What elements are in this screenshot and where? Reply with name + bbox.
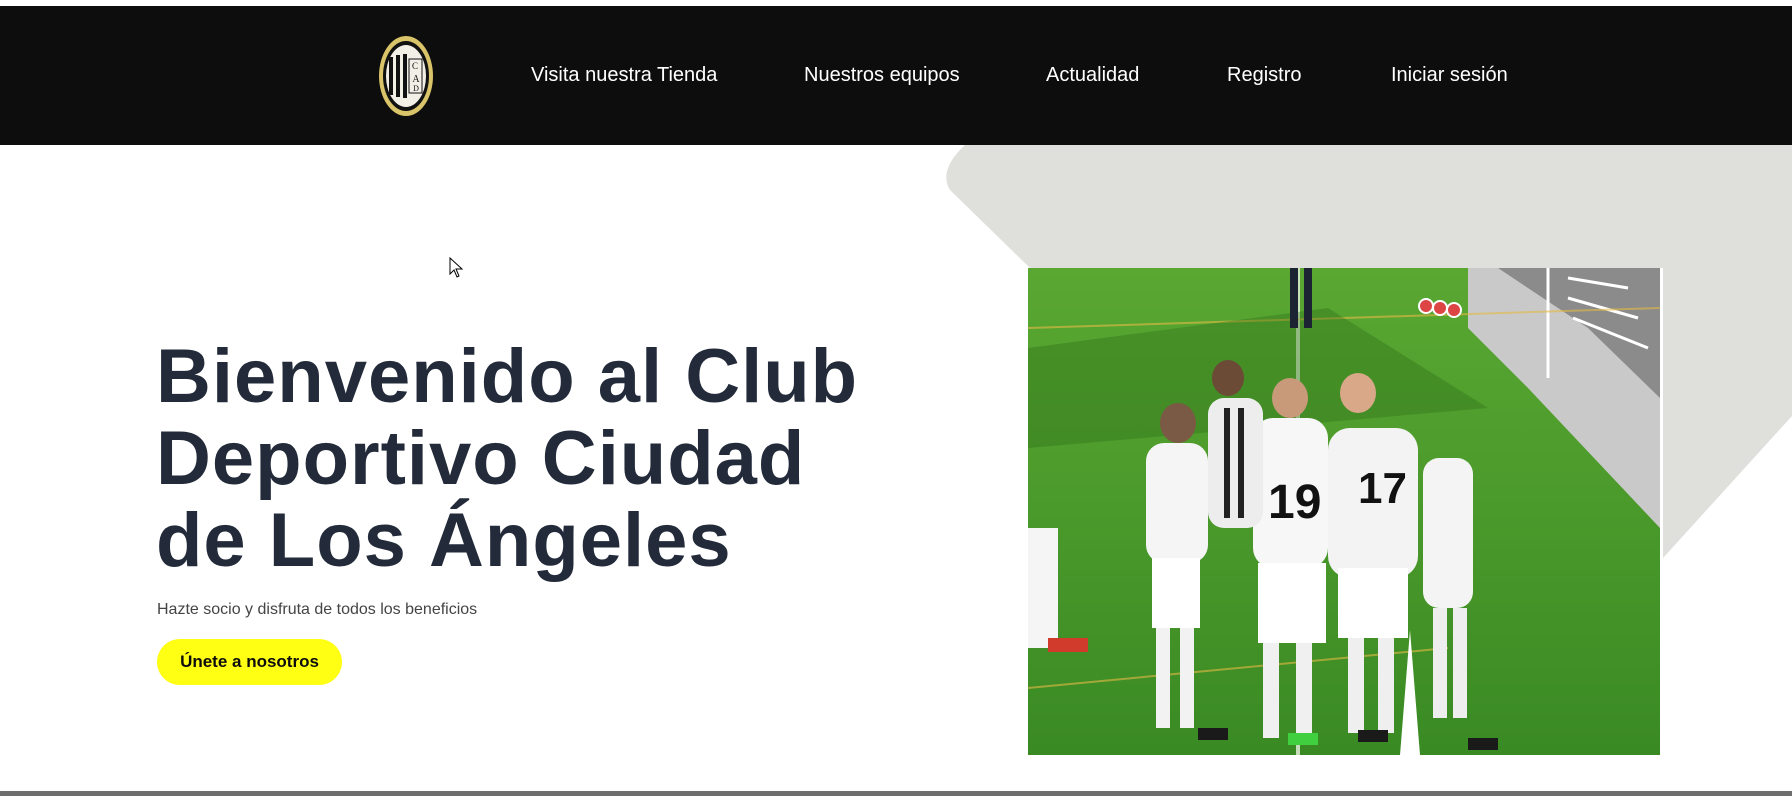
hero-title-line: Deportivo Ciudad (156, 416, 806, 501)
nav-item-tienda[interactable]: Visita nuestra Tienda (531, 6, 717, 145)
mouse-cursor-icon (449, 257, 464, 278)
top-navigation-bar: C A D Visita nuestra Tienda Nuestros equ… (0, 6, 1792, 145)
team-photo-illustration: 19 17 (1028, 268, 1660, 755)
hero-title-line: Bienvenido al Club (156, 334, 859, 419)
hero-title: Bienvenido al Club Deportivo Ciudad de L… (156, 336, 916, 582)
nav-item-registro[interactable]: Registro (1227, 6, 1301, 145)
nav-item-iniciar-sesion[interactable]: Iniciar sesión (1391, 6, 1508, 145)
main-nav: Visita nuestra Tienda Nuestros equipos A… (0, 6, 1792, 145)
svg-text:19: 19 (1268, 476, 1321, 529)
bottom-divider (0, 791, 1792, 796)
hero-subtitle: Hazte socio y disfruta de todos los bene… (157, 601, 478, 618)
team-celebration-photo: 19 17 (1028, 268, 1660, 755)
join-us-button[interactable]: Únete a nosotros (157, 639, 342, 685)
svg-text:17: 17 (1358, 464, 1407, 513)
nav-item-equipos[interactable]: Nuestros equipos (804, 6, 960, 145)
nav-item-actualidad[interactable]: Actualidad (1046, 6, 1139, 145)
hero-title-line: de Los Ángeles (156, 498, 732, 583)
